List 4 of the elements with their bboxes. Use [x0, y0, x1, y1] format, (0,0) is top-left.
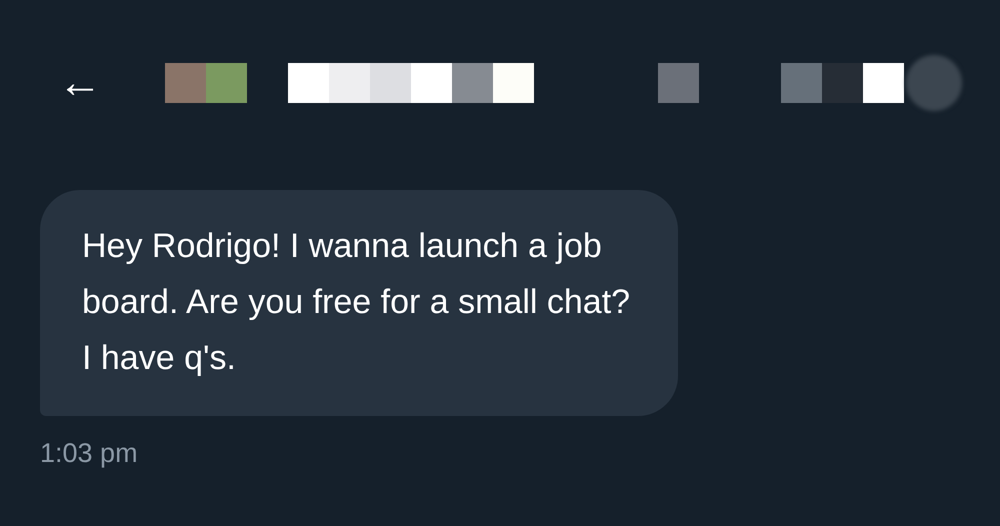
avatar-icon[interactable]	[906, 54, 962, 110]
message-time: 1:03 pm	[40, 438, 139, 469]
message-bubble: Hey Rodrigo! I wanna launch a job board. Are you free for a small chat? I have q's.	[40, 190, 678, 416]
back-arrow[interactable]: ←	[58, 62, 108, 102]
